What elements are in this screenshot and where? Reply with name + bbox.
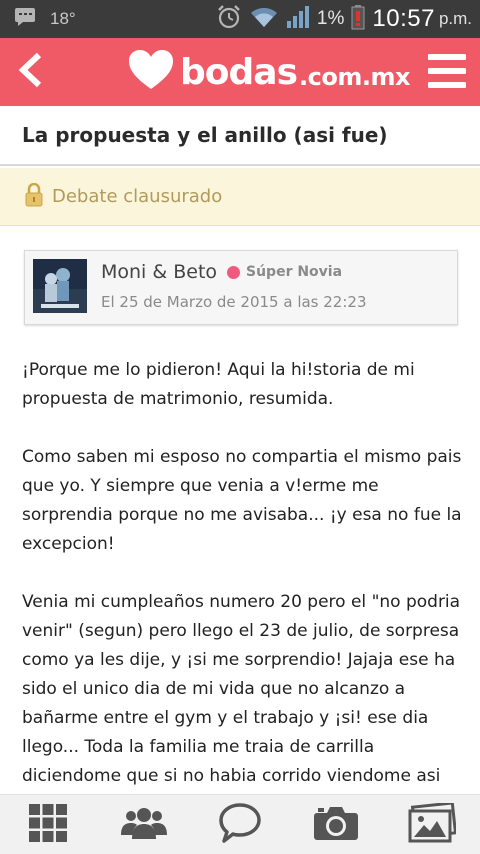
camera-icon	[313, 804, 359, 846]
photos-icon	[408, 800, 458, 847]
author-name[interactable]: Moni & Beto	[101, 261, 217, 283]
status-bar: 18° 1% 10:57 p.m.	[0, 0, 480, 38]
signal-icon	[286, 5, 310, 33]
grid-icon	[28, 803, 68, 847]
alarm-icon	[216, 4, 242, 34]
battery-percent: 1%	[316, 8, 345, 29]
clock-ampm: p.m.	[438, 9, 472, 28]
post-paragraph: Como saben mi esposo no compartia el mis…	[22, 447, 462, 554]
logo-domain: .com.mx	[299, 63, 410, 91]
menu-bar	[428, 54, 466, 60]
logo-text: bodas	[180, 51, 298, 93]
menu-bar	[428, 68, 466, 74]
nav-grid-button[interactable]	[18, 797, 78, 853]
menu-bar	[428, 82, 466, 88]
post-paragraph: ¡Porque me lo pidieron! Aqui la hi!stori…	[22, 360, 415, 409]
page-title: La propuesta y el anillo (asi fue)	[22, 123, 388, 147]
temperature-readout: 18°	[50, 9, 76, 28]
chat-icon	[218, 802, 262, 848]
chevron-left-icon	[17, 52, 43, 92]
post-date: El 25 de Marzo de 2015 a las 22:23	[101, 293, 367, 311]
author-card[interactable]: Moni & Beto Súper Novia El 25 de Marzo d…	[24, 250, 458, 325]
app-header: bodas .com.mx	[0, 38, 480, 106]
closed-notice-text: Debate clausurado	[52, 186, 223, 207]
back-button[interactable]	[0, 38, 60, 106]
bodas-logo[interactable]: bodas .com.mx	[128, 46, 410, 98]
message-notification-icon	[14, 7, 36, 31]
nav-camera-button[interactable]	[306, 797, 366, 853]
thread-title-bar: La propuesta y el anillo (asi fue)	[0, 106, 480, 166]
closed-notice: Debate clausurado	[0, 168, 480, 226]
people-icon	[120, 805, 168, 845]
avatar[interactable]	[33, 259, 87, 313]
post-paragraph: Venia mi cumpleaños numero 20 pero el "n…	[22, 592, 461, 796]
bottom-nav	[0, 794, 480, 854]
post-body: ¡Porque me lo pidieron! Aqui la hi!stori…	[22, 356, 462, 796]
nav-community-button[interactable]	[114, 797, 174, 853]
wifi-icon	[249, 5, 279, 33]
author-badge: Súper Novia	[246, 264, 343, 280]
badge-dot-icon	[227, 266, 240, 279]
lock-icon	[24, 182, 44, 211]
hamburger-menu-button[interactable]	[428, 54, 466, 88]
heart-logo-icon	[128, 49, 174, 95]
battery-icon	[351, 4, 365, 34]
clock-time: 10:57	[372, 5, 435, 32]
nav-chat-button[interactable]	[210, 797, 270, 853]
nav-photos-button[interactable]	[402, 797, 462, 853]
